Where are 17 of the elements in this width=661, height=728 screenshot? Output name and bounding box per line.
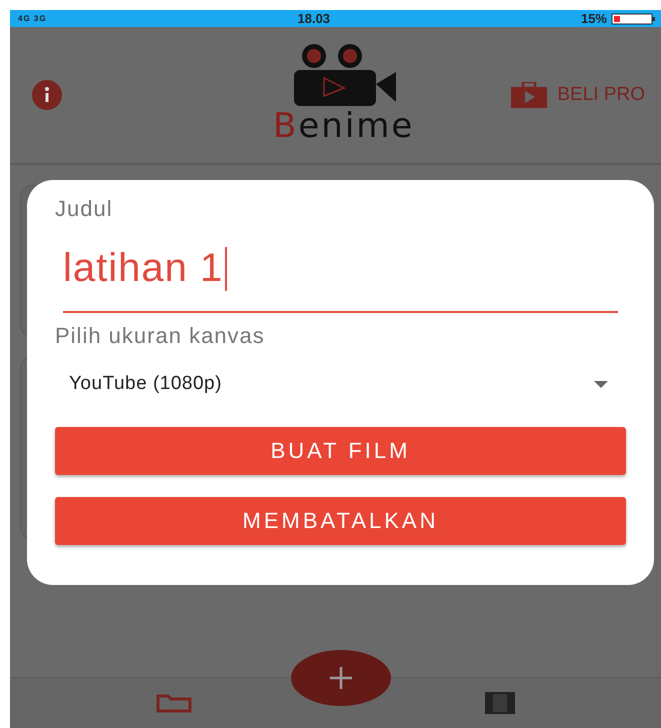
film-strip-icon (484, 692, 515, 714)
title-label: Judul (55, 196, 114, 222)
cancel-button[interactable]: MEMBATALKAN (55, 497, 626, 545)
clock-text: 18.03 (298, 11, 330, 26)
briefcase-play-icon (511, 82, 548, 108)
canvas-size-dropdown[interactable]: YouTube (1080p) (69, 373, 608, 395)
battery-icon (611, 12, 655, 24)
canvas-size-label: Pilih ukuran kanvas (55, 323, 266, 349)
folder-icon (156, 693, 192, 713)
battery-percent: 15% (580, 11, 607, 26)
create-film-button[interactable]: BUAT FILM (55, 427, 626, 475)
title-input-field[interactable]: latihan 1 (63, 246, 618, 313)
signal-text: 4G 3G (18, 14, 47, 23)
dropdown-caret-icon (594, 380, 608, 388)
plus-icon (330, 667, 352, 689)
info-icon[interactable] (32, 80, 62, 110)
app-logo-text: Benime (273, 106, 414, 146)
